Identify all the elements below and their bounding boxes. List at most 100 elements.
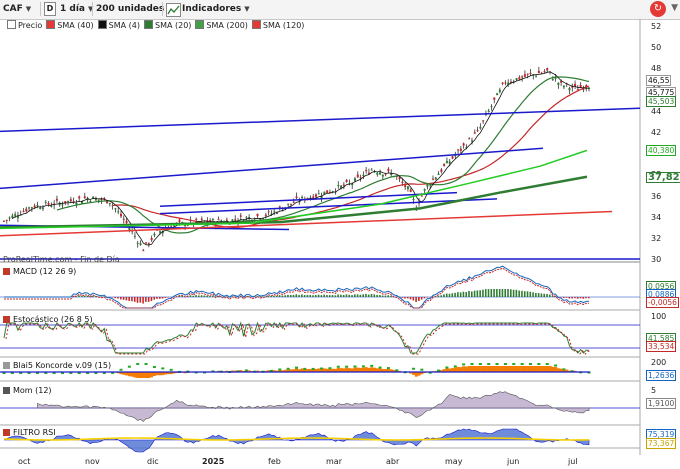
macd-histogram-bar [362,294,364,297]
time-axis-label: mar [326,457,342,466]
time-axis-label: oct [18,457,31,466]
candle-body [457,149,460,151]
koncorde-bar [506,366,510,372]
macd-histogram-bar [156,297,158,299]
macd-histogram-bar [295,294,298,297]
macd-histogram-bar [370,293,373,297]
macd-histogram-bar [443,294,445,297]
koncorde-value: 1,2636 [646,370,677,381]
candle-body [370,169,373,171]
koncorde-bar [345,367,349,372]
macd-value-3: -0,0056 [646,297,679,308]
stoch-d-line [5,322,592,355]
rsi-title-text: FILTRO RSI [13,428,56,437]
indicators-button[interactable]: Indicadores ▼ [182,2,250,16]
candle-body [440,169,443,172]
macd-histogram-bar [345,294,348,297]
d-button[interactable]: D [44,2,56,16]
koncorde-green-mark [545,363,549,365]
dropdown-icon[interactable]: ▼ [671,3,678,13]
koncorde-axis-top: 200 [651,358,667,367]
koncorde-bar [529,366,532,372]
koncorde-bar [545,366,549,372]
symbol-selector[interactable]: CAF ▼ [3,2,31,16]
macd-histogram-bar [278,295,281,297]
koncorde-bar [495,366,499,372]
koncorde-green-mark [278,368,282,371]
candle-body [14,214,17,216]
macd-histogram-bar [390,295,392,297]
koncorde-green-mark [345,365,349,368]
price-axis-label: 32 [651,234,662,243]
candle-body [133,235,136,237]
time-axis-label: jul [568,457,578,466]
macd-histogram-bar [571,297,573,299]
macd-histogram-bar [376,294,378,297]
candle-body [557,82,560,85]
trendline [159,191,458,208]
candle-body [568,87,571,91]
koncorde-green-mark [320,367,324,370]
candle-body [342,184,345,186]
macd-histogram-bar [415,297,417,302]
macd-histogram-bar [576,297,579,299]
stoch-icon [3,316,10,323]
koncorde-green-mark [144,363,148,365]
macd-histogram-bar [147,297,150,302]
koncorde-bar [470,366,474,372]
macd-histogram-bar [206,295,208,297]
mom-title-text: Mom (12) [13,386,52,395]
candle-body [217,218,220,220]
macd-histogram-bar [159,297,161,299]
koncorde-bar [484,366,488,372]
koncorde-green-mark [136,363,140,365]
price-axis-label: 44 [651,107,662,116]
price-tag-sma120: 40,380 [646,145,677,156]
macd-histogram-bar [301,294,303,297]
time-axis-label: may [445,457,463,466]
koncorde-bar [531,366,535,372]
koncorde-green-mark [370,364,374,367]
candle-body [276,213,278,215]
koncorde-green-mark [378,366,382,369]
price-axis-label: 34 [651,213,662,222]
candle-body [42,207,44,209]
candle-body [139,243,142,246]
price-axis-label: 42 [651,128,662,137]
macd-histogram-bar [281,295,284,297]
period-selector[interactable]: 1 día ▼ [60,2,93,16]
macd-histogram-bar [507,289,509,297]
price-tag-sma20: 45,503 [646,96,677,107]
candle-body [11,215,14,218]
koncorde-green-mark [395,369,399,372]
candle-body [529,72,532,75]
candle-body [498,89,501,93]
koncorde-bar [462,366,466,372]
chart-canvas[interactable] [0,19,680,469]
koncorde-green-mark [554,364,558,367]
time-axis-label: dic [147,457,159,466]
candle-body [376,172,379,175]
macd-icon [3,268,10,275]
indicators-icon[interactable] [166,3,181,17]
macd-histogram-bar [167,297,169,298]
macd-histogram-bar [303,295,306,297]
candle-body [33,205,36,208]
candle-body [28,207,31,209]
koncorde-bar [517,366,521,372]
koncorde-green-mark [478,363,482,365]
symbol-label: CAF [3,4,23,14]
macd-histogram-bar [471,291,473,297]
candle-body [365,169,368,172]
stoch-value-2: 33,534 [646,341,677,352]
candle-body [114,208,117,210]
candle-body [462,143,465,146]
candle-body [356,174,359,178]
koncorde-green-mark [169,368,173,371]
candle-body [437,173,440,175]
koncorde-green-mark [386,367,390,370]
candle-body [354,178,356,181]
rsi-value-2: 73,367 [646,438,677,449]
koncorde-bar [534,366,538,372]
macd-histogram-bar [493,289,495,297]
